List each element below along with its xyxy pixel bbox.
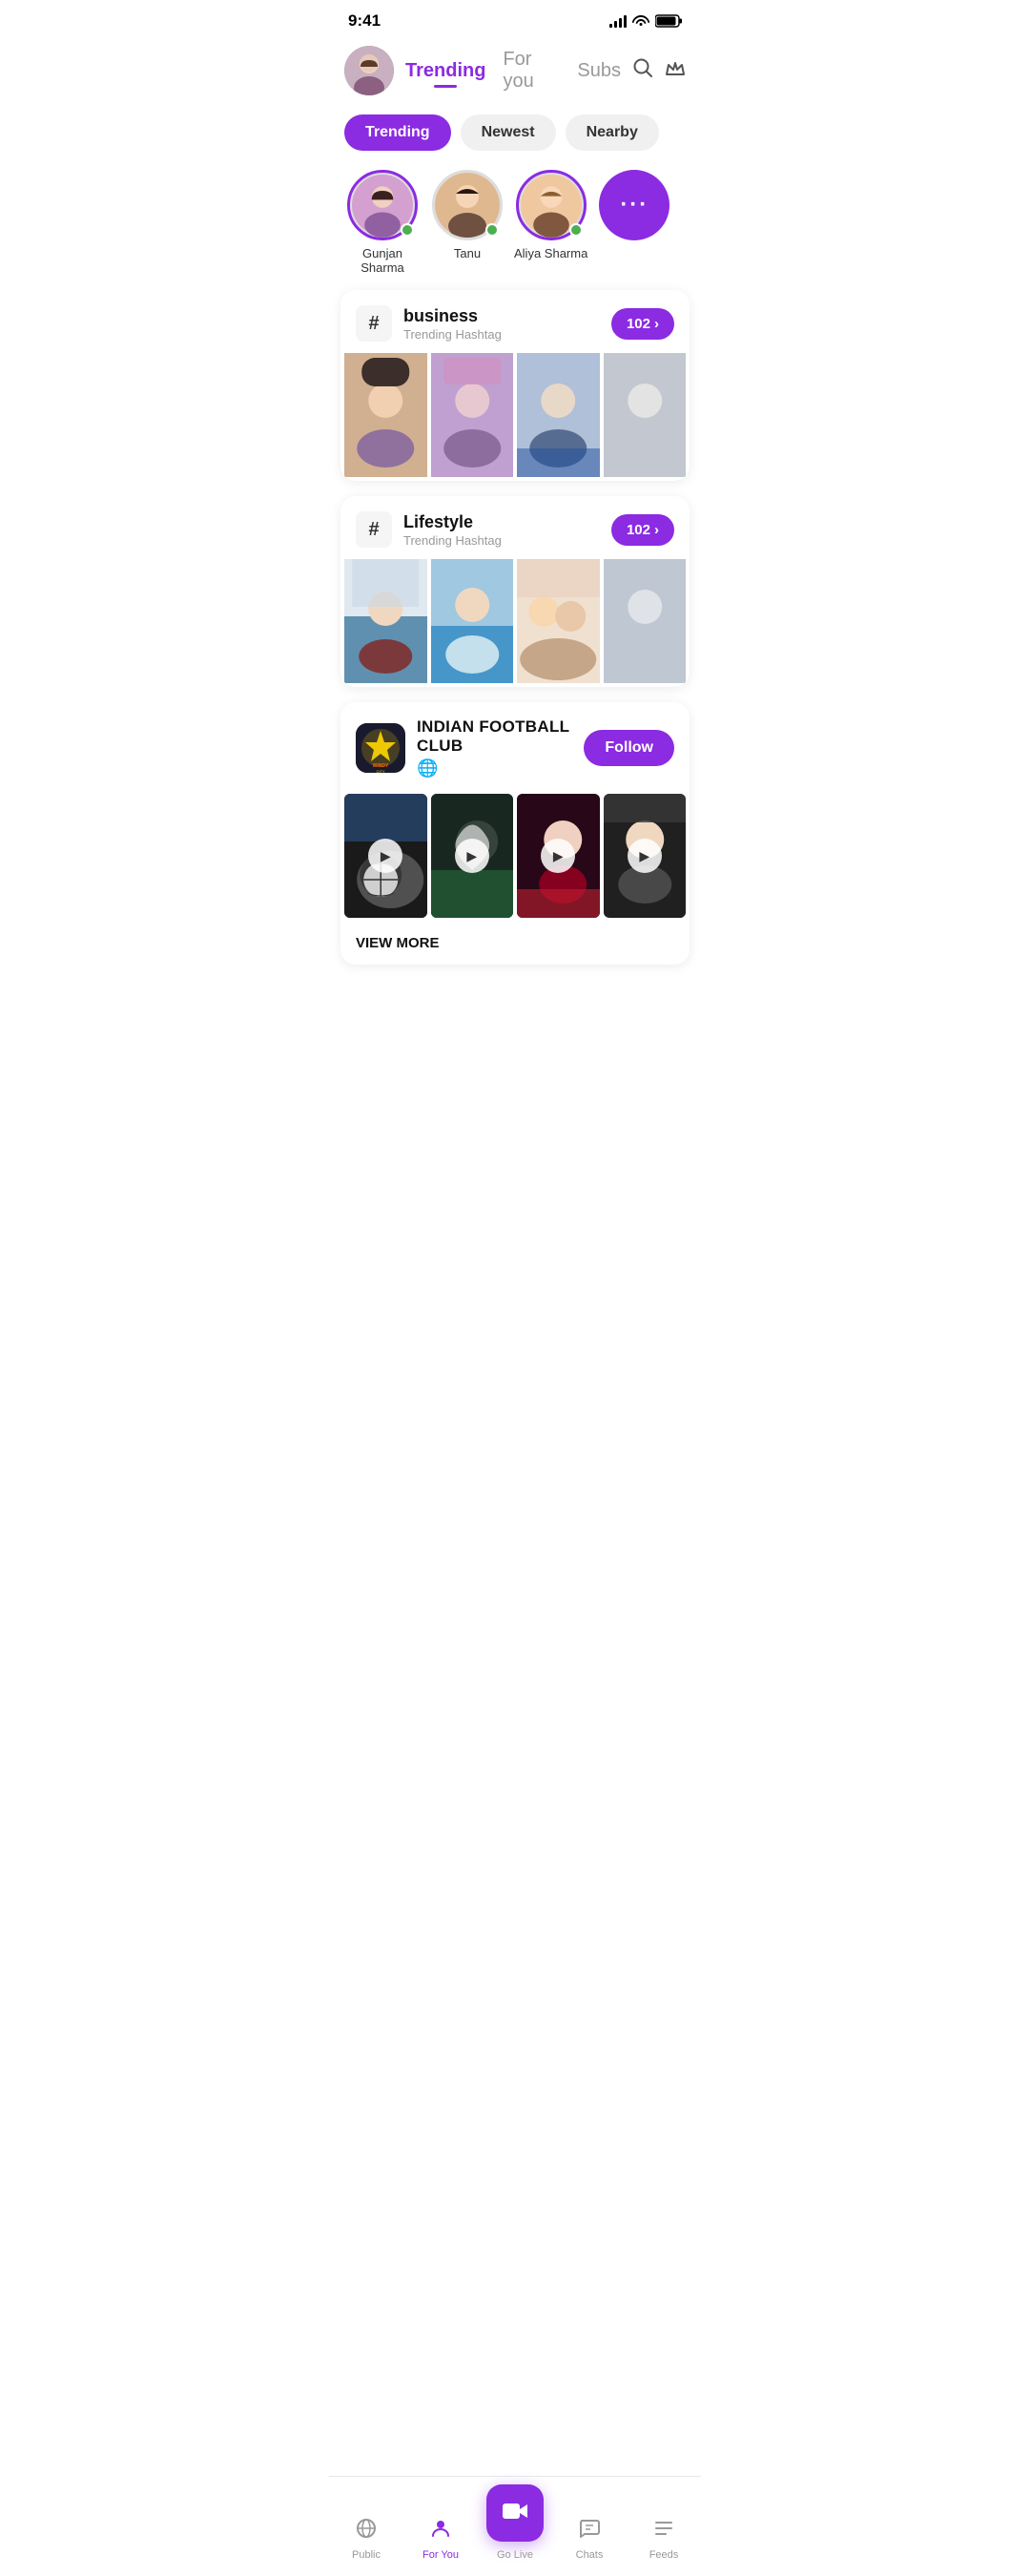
nav-label-feeds: Feeds (649, 2549, 679, 2561)
hashtag-subtitle-business: Trending Hashtag (403, 327, 502, 342)
story-name-tanu: Tanu (454, 246, 481, 260)
story-more[interactable]: ··· (599, 170, 670, 240)
play-icon-4[interactable]: ▶ (628, 839, 662, 873)
nav-label-foryou: For You (422, 2549, 459, 2561)
club-card: WINDY CITY INDIAN FOOTBALL CLUB 🌐 Follow (340, 702, 690, 965)
hashtag-count-business[interactable]: 102 › (611, 308, 674, 340)
video-thumb-3[interactable]: ▶ (517, 794, 600, 918)
online-indicator (401, 223, 414, 237)
photo-thumb-6[interactable] (431, 559, 514, 683)
club-logo: WINDY CITY (356, 723, 405, 773)
story-row: Gunjan Sharma Tanu (329, 162, 701, 290)
video-grid: ▶ ▶ ▶ (340, 794, 690, 922)
photo-thumb-8[interactable] (604, 559, 687, 683)
filter-tabs: Trending Newest Nearby (329, 107, 701, 162)
hashtag-title-lifestyle: Lifestyle (403, 512, 502, 532)
nav-label-golive: Go Live (497, 2549, 533, 2561)
video-thumb-4[interactable]: ▶ (604, 794, 687, 918)
tab-trending[interactable]: Trending (405, 60, 485, 82)
go-live-button[interactable] (486, 2484, 544, 2542)
follow-button[interactable]: Follow (584, 730, 674, 766)
hashtag-count-lifestyle[interactable]: 102 › (611, 514, 674, 546)
hash-symbol: # (356, 305, 392, 342)
more-icon: ··· (620, 192, 649, 218)
battery-icon (655, 14, 682, 28)
header-actions (632, 57, 686, 84)
online-indicator (569, 223, 583, 237)
photo-thumb-7[interactable] (517, 559, 600, 683)
club-name: INDIAN FOOTBALL CLUB (417, 717, 572, 756)
play-icon-1[interactable]: ▶ (368, 839, 402, 873)
hashtag-title-business: business (403, 306, 502, 326)
photo-grid-lifestyle (340, 559, 690, 687)
nav-feeds[interactable]: Feeds (627, 2517, 701, 2561)
photo-thumb-5[interactable] (344, 559, 427, 683)
photo-thumb-1[interactable] (344, 353, 427, 477)
hashtag-card-business: # business Trending Hashtag 102 › (340, 290, 690, 481)
photo-thumb-4[interactable] (604, 353, 687, 477)
tab-subs[interactable]: Subs (577, 60, 621, 82)
filter-nearby[interactable]: Nearby (566, 114, 659, 151)
status-bar: 9:41 (329, 0, 701, 38)
header-nav: Trending For you Subs (405, 49, 621, 93)
photo-thumb-2[interactable] (431, 353, 514, 477)
header: Trending For you Subs (329, 38, 701, 107)
status-time: 9:41 (348, 11, 381, 31)
feeds-icon (652, 2517, 675, 2545)
crown-icon[interactable] (665, 59, 686, 82)
story-name-gunjan: Gunjan Sharma (344, 246, 421, 275)
bottom-nav: Public For You Go Live Chats Feeds (329, 2476, 701, 2576)
nav-label-public: Public (352, 2549, 381, 2561)
hash-symbol-lifestyle: # (356, 511, 392, 548)
wifi-icon (632, 13, 649, 30)
hashtag-subtitle-lifestyle: Trending Hashtag (403, 533, 502, 548)
view-more-button[interactable]: VIEW MORE (340, 922, 690, 965)
photo-grid-business (340, 353, 690, 481)
photo-thumb-3[interactable] (517, 353, 600, 477)
story-name-aliya: Aliya Sharma (514, 246, 587, 260)
club-globe-icon: 🌐 (417, 758, 572, 779)
play-icon-3[interactable]: ▶ (541, 839, 575, 873)
video-thumb-1[interactable]: ▶ (344, 794, 427, 918)
nav-public[interactable]: Public (329, 2517, 403, 2561)
story-item-tanu[interactable]: Tanu (432, 170, 503, 260)
chats-icon (578, 2517, 601, 2545)
story-item-aliya[interactable]: Aliya Sharma (514, 170, 587, 260)
foryou-icon (429, 2517, 452, 2545)
nav-golive[interactable]: Go Live (478, 2484, 552, 2561)
filter-newest[interactable]: Newest (461, 114, 556, 151)
public-icon (355, 2517, 378, 2545)
nav-label-chats: Chats (576, 2549, 604, 2561)
signal-icon (609, 14, 627, 28)
hashtag-card-lifestyle: # Lifestyle Trending Hashtag 102 › (340, 496, 690, 687)
filter-trending[interactable]: Trending (344, 114, 451, 151)
tab-foryou[interactable]: For you (503, 49, 560, 93)
search-icon[interactable] (632, 57, 653, 84)
status-icons (609, 13, 682, 30)
video-thumb-2[interactable]: ▶ (431, 794, 514, 918)
play-icon-2[interactable]: ▶ (455, 839, 489, 873)
nav-foryou[interactable]: For You (403, 2517, 478, 2561)
nav-chats[interactable]: Chats (552, 2517, 627, 2561)
svg-text:CITY: CITY (376, 769, 384, 773)
user-avatar[interactable] (344, 46, 394, 95)
camera-icon (502, 2499, 528, 2528)
online-indicator (485, 223, 499, 237)
story-item-gunjan[interactable]: Gunjan Sharma (344, 170, 421, 275)
